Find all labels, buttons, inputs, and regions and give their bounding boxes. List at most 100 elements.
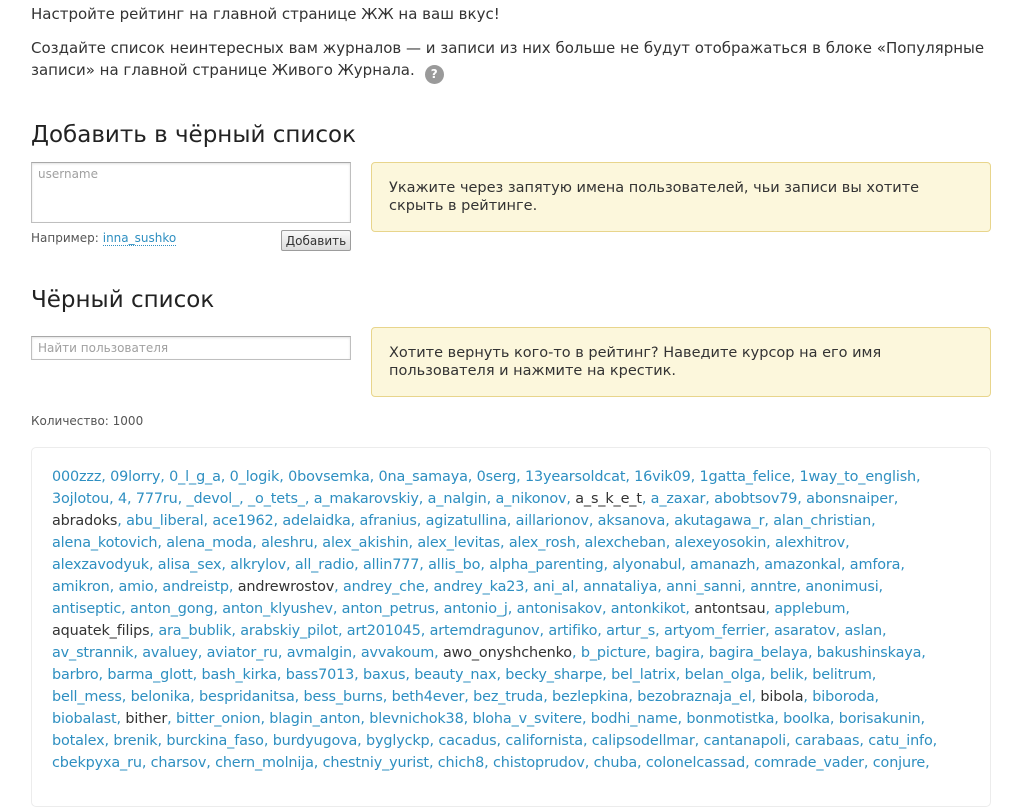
blacklisted-user[interactable]: av_strannik [52, 645, 133, 661]
blacklisted-user[interactable]: biboroda [812, 689, 874, 705]
blacklisted-user[interactable]: a_makarovskiy [314, 491, 419, 507]
blacklisted-user[interactable]: charsov [151, 755, 207, 771]
blacklisted-user[interactable]: bel_latrix [611, 667, 676, 683]
blacklisted-user[interactable]: bonmotistka [686, 711, 774, 727]
blacklisted-user[interactable]: calipsodellmar [592, 733, 695, 749]
blacklisted-user[interactable]: 0_logik [230, 469, 280, 485]
add-button[interactable]: Добавить [281, 230, 351, 251]
blacklisted-user[interactable]: alexzavodyuk [52, 557, 149, 573]
blacklisted-user[interactable]: colonelcassad [646, 755, 745, 771]
blacklisted-user[interactable]: brenik [113, 733, 157, 749]
blacklisted-user[interactable]: ace1962 [212, 513, 273, 529]
blacklisted-user[interactable]: 777ru [136, 491, 178, 507]
blacklisted-user[interactable]: amanazh [690, 557, 755, 573]
blacklisted-user[interactable]: 13yearsoldcat [525, 469, 625, 485]
blacklisted-user[interactable]: aslan [844, 623, 882, 639]
blacklisted-user[interactable]: amio [119, 579, 154, 595]
blacklisted-user[interactable]: artyom_ferrier [664, 623, 765, 639]
blacklisted-user[interactable]: 1way_to_english [799, 469, 916, 485]
blacklisted-user[interactable]: bither [125, 711, 167, 727]
blacklisted-user[interactable]: 4 [118, 491, 127, 507]
blacklisted-user[interactable]: burdyugova [273, 733, 358, 749]
blacklisted-user[interactable]: aquatek_filips [52, 623, 150, 639]
blacklisted-user[interactable]: abradoks [52, 513, 117, 529]
blacklisted-user[interactable]: bagira_belaya [709, 645, 808, 661]
blacklisted-user[interactable]: art201045 [347, 623, 421, 639]
blacklisted-user[interactable]: bez_truda [473, 689, 543, 705]
blacklisted-user[interactable]: alyonabul [612, 557, 681, 573]
blacklisted-user[interactable]: chuba [594, 755, 638, 771]
blacklisted-user[interactable]: chern_molnija [215, 755, 314, 771]
blacklisted-user[interactable]: b_picture [581, 645, 646, 661]
blacklisted-user[interactable]: anni_sanni [666, 579, 741, 595]
blacklisted-user[interactable]: chestniy_yurist [323, 755, 429, 771]
blacklisted-user[interactable]: alex_levitas [417, 535, 500, 551]
blacklisted-user[interactable]: artur_s [606, 623, 655, 639]
blacklisted-user[interactable]: anton_klyushev [222, 601, 333, 617]
blacklisted-user[interactable]: andrey_ka23 [433, 579, 524, 595]
blacklisted-user[interactable]: belik [770, 667, 804, 683]
blacklisted-user[interactable]: anton_gong [130, 601, 214, 617]
blacklisted-user[interactable]: anntre [750, 579, 796, 595]
blacklisted-user[interactable]: barbro [52, 667, 99, 683]
blacklisted-user[interactable]: allis_bo [428, 557, 480, 573]
blacklisted-user[interactable]: bass7013 [286, 667, 355, 683]
blacklisted-user[interactable]: 000zzz [52, 469, 101, 485]
blacklisted-user[interactable]: _o_tets_ [248, 491, 305, 507]
blacklisted-user[interactable]: artifiko [548, 623, 597, 639]
blacklisted-user[interactable]: 0_l_g_a [169, 469, 221, 485]
blacklisted-user[interactable]: alena_moda [166, 535, 252, 551]
blacklisted-user[interactable]: alex_rosh [509, 535, 576, 551]
blacklisted-user[interactable]: 3ojlotou [52, 491, 109, 507]
blacklisted-user[interactable]: adelaidka [282, 513, 350, 529]
blacklisted-user[interactable]: ani_al [533, 579, 574, 595]
blacklisted-user[interactable]: afranius [360, 513, 417, 529]
blacklisted-user[interactable]: aviator_ru [207, 645, 278, 661]
blacklisted-user[interactable]: borisakunin [839, 711, 921, 727]
blacklisted-user[interactable]: 1gatta_felice [699, 469, 790, 485]
example-user-link[interactable]: inna_sushko [102, 231, 177, 246]
blacklisted-user[interactable]: baxus [363, 667, 405, 683]
blacklisted-user[interactable]: abonsnaiper [806, 491, 894, 507]
blacklisted-user[interactable]: a_nikonov [496, 491, 567, 507]
blacklisted-user[interactable]: alkrylov [230, 557, 286, 573]
blacklisted-user[interactable]: burckina_faso [166, 733, 264, 749]
blacklisted-user[interactable]: bloha_v_svitere [472, 711, 582, 727]
blacklisted-user[interactable]: blevnichok38 [369, 711, 463, 727]
blacklisted-user[interactable]: alexeyosokin [675, 535, 767, 551]
blacklisted-user[interactable]: aleshru [261, 535, 313, 551]
blacklisted-user[interactable]: barma_glott [107, 667, 192, 683]
blacklisted-user[interactable]: amfora [850, 557, 901, 573]
blacklisted-user[interactable]: amazonkal [764, 557, 841, 573]
blacklisted-user[interactable]: antonisakov [517, 601, 602, 617]
blacklisted-user[interactable]: awo_onyshchenko [443, 645, 572, 661]
blacklisted-user[interactable]: belitrum [812, 667, 872, 683]
blacklisted-user[interactable]: avmalgin [287, 645, 352, 661]
blacklisted-user[interactable]: arabskiy_pilot [240, 623, 338, 639]
blacklisted-user[interactable]: anonimusi [805, 579, 878, 595]
blacklisted-user[interactable]: 0serg [477, 469, 517, 485]
blacklisted-user[interactable]: cbekpyxa_ru [52, 755, 142, 771]
blacklisted-user[interactable]: antiseptic [52, 601, 121, 617]
blacklisted-user[interactable]: californista [505, 733, 583, 749]
blacklisted-user[interactable]: a_s_k_e_t [575, 491, 642, 507]
blacklisted-user[interactable]: chistoprudov [493, 755, 585, 771]
blacklisted-user[interactable]: becky_sharpe [505, 667, 602, 683]
blacklisted-user[interactable]: botalex [52, 733, 105, 749]
blacklisted-user[interactable]: ara_bublik [158, 623, 231, 639]
blacklisted-user[interactable]: annataliya [583, 579, 657, 595]
blacklisted-user[interactable]: allin777 [363, 557, 419, 573]
blacklisted-user[interactable]: _devol_ [187, 491, 240, 507]
blacklisted-user[interactable]: bagira [655, 645, 700, 661]
username-input[interactable] [31, 162, 351, 223]
help-icon[interactable]: ? [424, 65, 444, 84]
blacklisted-user[interactable]: antonkikot [611, 601, 686, 617]
blacklisted-user[interactable]: bibola [760, 689, 803, 705]
blacklisted-user[interactable]: agizatullina [426, 513, 507, 529]
blacklisted-user[interactable]: alexhitrov [775, 535, 845, 551]
blacklisted-user[interactable]: alexcheban [585, 535, 666, 551]
blacklisted-user[interactable]: akutagawa_r [674, 513, 764, 529]
blacklisted-user[interactable]: artemdragunov [430, 623, 540, 639]
blacklisted-user[interactable]: bitter_onion [176, 711, 261, 727]
blacklisted-user[interactable]: alan_christian [773, 513, 871, 529]
